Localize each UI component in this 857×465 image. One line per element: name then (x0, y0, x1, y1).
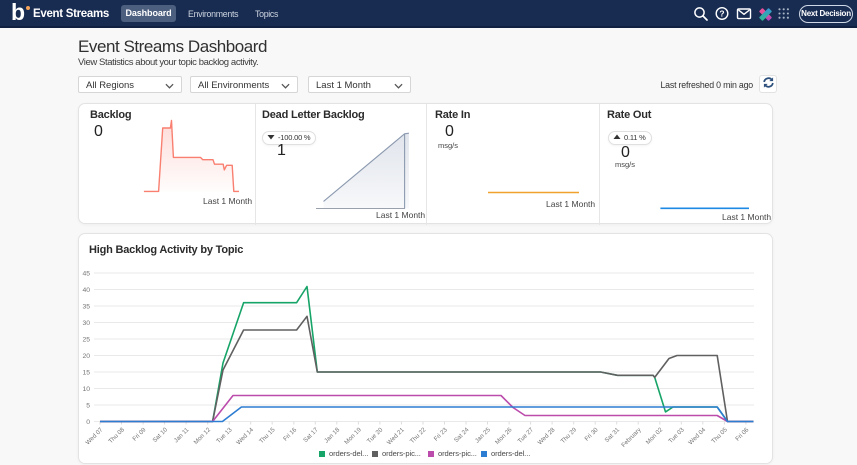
svg-text:Fri 09: Fri 09 (131, 426, 148, 443)
svg-text:Tue 20: Tue 20 (366, 426, 385, 445)
svg-text:35: 35 (82, 303, 90, 310)
svg-text:Mon 12: Mon 12 (193, 426, 213, 446)
svg-text:Wed 04: Wed 04 (687, 426, 707, 446)
svg-text:?: ? (719, 9, 724, 19)
svg-text:February: February (620, 426, 643, 449)
svg-text:Fri 16: Fri 16 (282, 426, 299, 443)
svg-text:Jan 25: Jan 25 (474, 426, 492, 444)
svg-text:Wed 21: Wed 21 (386, 426, 406, 446)
svg-text:Fri 23: Fri 23 (433, 426, 450, 443)
svg-text:Mon 19: Mon 19 (343, 426, 363, 446)
svg-text:25: 25 (82, 336, 90, 343)
svg-text:Mon 26: Mon 26 (494, 426, 514, 446)
svg-text:Jan 18: Jan 18 (323, 426, 341, 444)
svg-text:Tue 27: Tue 27 (517, 426, 536, 445)
svg-text:Tue 13: Tue 13 (215, 426, 234, 445)
svg-text:Thu 29: Thu 29 (560, 426, 579, 445)
svg-text:Wed 28: Wed 28 (537, 426, 557, 446)
svg-text:10: 10 (82, 386, 90, 393)
svg-text:Sat 17: Sat 17 (302, 426, 320, 444)
svg-text:5: 5 (86, 402, 90, 409)
svg-text:40: 40 (82, 287, 90, 294)
svg-text:45: 45 (82, 270, 90, 277)
svg-text:15: 15 (82, 369, 90, 376)
svg-text:Thu 22: Thu 22 (409, 426, 428, 445)
svg-text:Thu 15: Thu 15 (258, 426, 277, 445)
svg-text:Sat 24: Sat 24 (453, 426, 471, 444)
svg-text:Mon 02: Mon 02 (645, 426, 665, 446)
svg-text:20: 20 (82, 353, 90, 360)
svg-text:Fri 06: Fri 06 (734, 426, 751, 443)
svg-text:Sat 31: Sat 31 (604, 426, 622, 444)
svg-text:Wed 07: Wed 07 (84, 426, 104, 446)
svg-text:Jan 11: Jan 11 (173, 426, 191, 444)
svg-text:Thu 08: Thu 08 (107, 426, 126, 445)
svg-text:Sat 10: Sat 10 (151, 426, 169, 444)
svg-text:Thu 05: Thu 05 (710, 426, 729, 445)
svg-text:Tue 03: Tue 03 (667, 426, 686, 445)
svg-text:0: 0 (86, 419, 90, 426)
svg-text:Wed 14: Wed 14 (235, 426, 255, 446)
svg-text:30: 30 (82, 320, 90, 327)
svg-text:Fri 30: Fri 30 (583, 426, 600, 443)
